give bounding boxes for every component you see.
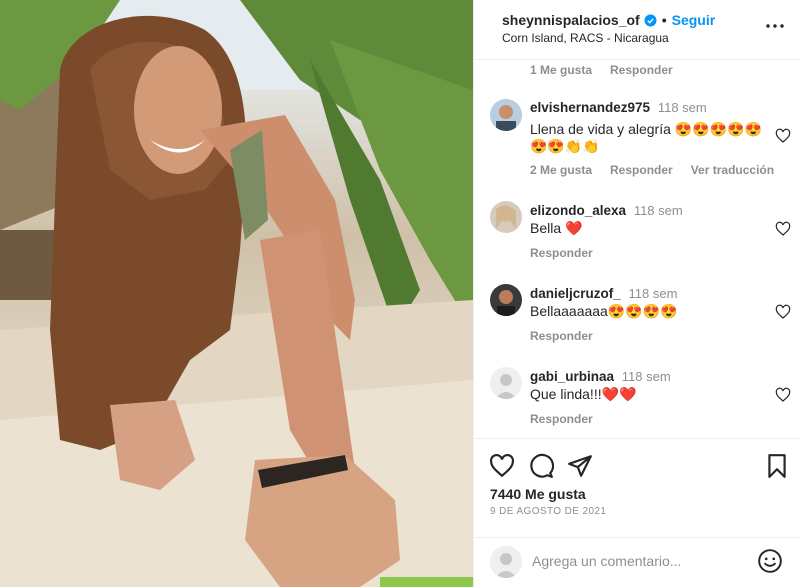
reply-button[interactable]: Responder (610, 63, 673, 77)
post-header: sheynnispalacios_of • Seguir Corn Island… (474, 0, 800, 60)
translate-button[interactable]: Ver traducción (691, 163, 774, 177)
comment-time[interactable]: 118 sem (634, 203, 683, 218)
header-user-row: sheynnispalacios_of • Seguir (502, 12, 715, 28)
comment-time[interactable]: 118 sem (658, 100, 707, 115)
avatar-image (490, 201, 522, 233)
comment-header: elvishernandez975 118 sem (530, 100, 707, 115)
comment-likes[interactable]: 1 Me gusta (530, 63, 592, 77)
comment-meta-row: 2 Me gusta Responder Ver traducción (530, 163, 774, 177)
add-comment-input[interactable] (532, 550, 752, 572)
comment-bubble-icon[interactable] (528, 453, 554, 479)
header-separator: • (661, 12, 667, 28)
save-bookmark-icon[interactable] (764, 453, 790, 479)
post-actions: 7440 Me gusta 9 DE AGOSTO DE 2021 (474, 438, 800, 583)
reply-button[interactable]: Responder (610, 163, 673, 177)
comment-header: danieljcruzof_ 118 sem (530, 286, 677, 301)
share-paper-plane-icon[interactable] (567, 453, 593, 479)
reply-button[interactable]: Responder (530, 329, 593, 343)
comment-text: Bella ❤️ (530, 220, 583, 236)
default-avatar-icon (490, 367, 522, 399)
avatar-image (490, 284, 522, 316)
follow-button[interactable]: Seguir (672, 12, 716, 28)
comment-header: elizondo_alexa 118 sem (530, 203, 683, 218)
post-sidebar: sheynnispalacios_of • Seguir Corn Island… (473, 0, 800, 587)
header-username[interactable]: sheynnispalacios_of (502, 12, 640, 28)
comment-text: Bellaaaaaaa😍😍😍😍 (530, 303, 678, 319)
comment-header: gabi_urbinaa 118 sem (530, 369, 671, 384)
comment-username[interactable]: gabi_urbinaa (530, 369, 614, 384)
verified-badge-icon (644, 14, 657, 26)
comment-meta-row: 1 Me gusta Responder (530, 63, 673, 77)
default-avatar-icon (490, 546, 522, 578)
comment-meta-row: Responder (530, 329, 593, 343)
like-comment-heart-icon[interactable] (775, 221, 791, 237)
comment-text: Que linda!!!❤️❤️ (530, 386, 637, 402)
avatar[interactable] (490, 99, 522, 131)
more-options-icon[interactable] (763, 14, 787, 38)
post-image (0, 0, 473, 587)
avatar[interactable] (490, 367, 522, 399)
avatar[interactable] (490, 284, 522, 316)
comment-likes[interactable]: 2 Me gusta (530, 163, 592, 177)
reply-button[interactable]: Responder (530, 412, 593, 426)
current-user-avatar (490, 546, 522, 578)
likes-count[interactable]: 7440 Me gusta (490, 486, 586, 502)
comment-text: Llena de vida y alegría 😍😍😍😍😍😍😍👏👏 (530, 121, 762, 154)
like-comment-heart-icon[interactable] (775, 387, 791, 403)
emoji-icon[interactable] (757, 548, 783, 574)
comment-time[interactable]: 118 sem (629, 286, 678, 301)
comment-username[interactable]: elvishernandez975 (530, 100, 650, 115)
comments-list[interactable]: 1 Me gusta Responder elvishernandez975 1… (474, 60, 800, 440)
like-heart-icon[interactable] (489, 453, 515, 479)
comment-time[interactable]: 118 sem (622, 369, 671, 384)
like-comment-heart-icon[interactable] (775, 128, 791, 144)
post-photo[interactable] (0, 0, 473, 587)
add-comment-row (474, 537, 800, 583)
reply-button[interactable]: Responder (530, 246, 593, 260)
comment-username[interactable]: elizondo_alexa (530, 203, 626, 218)
header-location[interactable]: Corn Island, RACS - Nicaragua (502, 31, 669, 45)
avatar-image (490, 99, 522, 131)
avatar[interactable] (490, 201, 522, 233)
comment-meta-row: Responder (530, 412, 593, 426)
comment-username[interactable]: danieljcruzof_ (530, 286, 621, 301)
post-date[interactable]: 9 DE AGOSTO DE 2021 (490, 506, 606, 517)
like-comment-heart-icon[interactable] (775, 304, 791, 320)
comment-meta-row: Responder (530, 246, 593, 260)
